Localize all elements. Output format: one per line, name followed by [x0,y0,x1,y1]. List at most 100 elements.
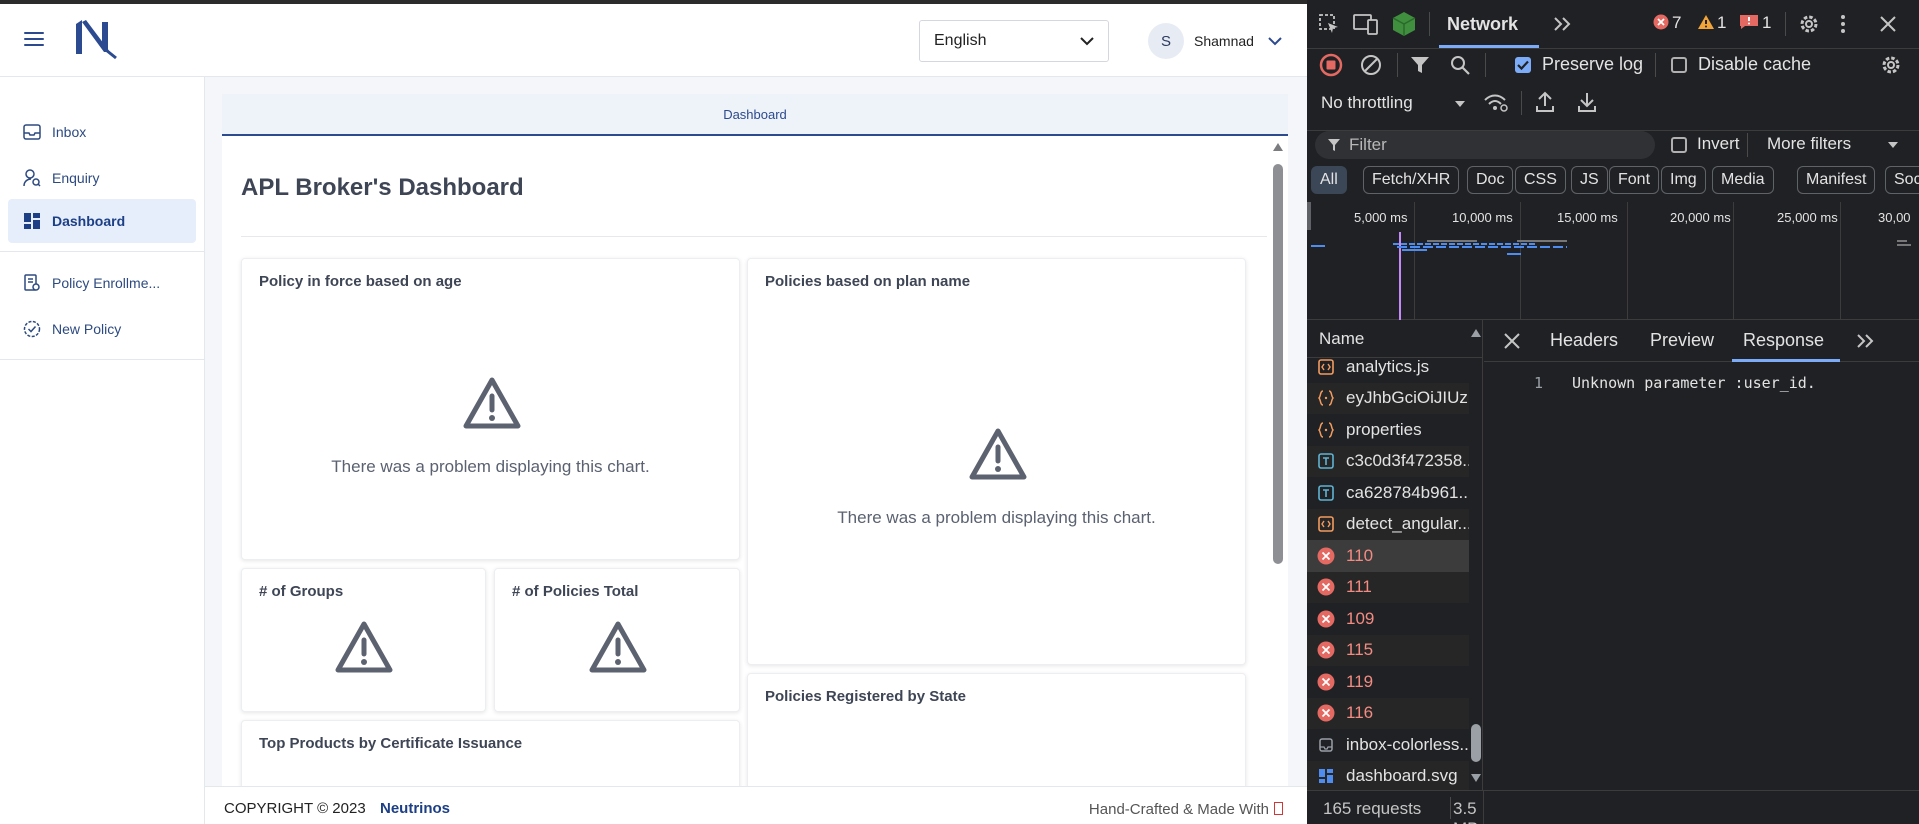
tab-dashboard[interactable]: Dashboard [222,94,1288,136]
search-icon[interactable] [1449,54,1471,76]
sidebar-item-enquiry[interactable]: Enquiry [8,156,196,200]
tab-network[interactable]: Network [1447,14,1518,35]
tab-response[interactable]: Response [1743,330,1824,351]
warning-icon [969,428,1027,480]
type-filter-doc[interactable]: Doc [1467,166,1514,194]
timeline-handle[interactable] [1307,202,1311,230]
sidebar-item-dashboard[interactable]: Dashboard [8,199,196,243]
request-row[interactable]: inbox-colorless... [1307,729,1469,761]
more-tabs-icon[interactable] [1856,334,1874,348]
settings-icon[interactable] [1797,12,1821,36]
type-filter-fetch-xhr[interactable]: Fetch/XHR [1363,166,1460,194]
inspect-element-icon[interactable] [1317,12,1341,36]
line-number: 1 [1534,374,1544,392]
close-icon[interactable] [1504,333,1520,349]
sidebar-item-policy-enrollment[interactable]: Policy Enrollme... [8,261,196,305]
request-row[interactable]: detect_angular... [1307,508,1469,540]
warning-count[interactable]: 1 [1717,13,1726,33]
tab-headers[interactable]: Headers [1550,330,1618,351]
timeline-label: 15,000 ms [1557,210,1618,225]
request-row[interactable]: 115 [1307,634,1469,666]
request-row[interactable]: eyJhbGciOiJIUz... [1307,382,1469,414]
more-filters-dropdown[interactable]: More filters [1767,134,1851,154]
scroll-up-icon[interactable] [1272,142,1284,152]
type-filter-font[interactable]: Font [1609,166,1660,194]
preserve-log-label[interactable]: Preserve log [1542,54,1643,75]
request-row[interactable]: ca628784b961... [1307,477,1469,509]
request-row[interactable]: 116 [1307,697,1469,729]
request-row[interactable]: properties [1307,414,1469,446]
detail-tabs: Headers Preview Response [1484,320,1919,362]
card-title: Top Products by Certificate Issuance [259,735,523,752]
request-row[interactable]: dashboard.svg [1307,760,1469,790]
sidebar-item-label: Inbox [52,124,87,140]
throttling-select[interactable]: No throttling [1321,93,1413,113]
status-bar: 165 requests 3.5 MB [1307,790,1919,824]
clear-icon[interactable] [1359,53,1383,77]
active-tab-indicator [1732,359,1840,362]
sidebar-item-inbox[interactable]: Inbox [8,110,196,154]
issues-count-icon[interactable] [1739,13,1759,31]
name-column-header[interactable]: Name [1307,320,1482,358]
filter-input[interactable]: Filter [1315,131,1655,159]
request-row[interactable]: c3c0d3f472358... [1307,445,1469,477]
disable-cache-checkbox[interactable] [1671,57,1687,73]
network-settings-icon[interactable] [1879,53,1903,77]
issues-count[interactable]: 1 [1762,13,1771,33]
request-row[interactable]: 119 [1307,666,1469,698]
request-row-selected[interactable]: 110 [1307,540,1469,572]
caret-down-icon[interactable] [1453,97,1467,111]
user-menu[interactable]: S Shamnad [1148,22,1282,60]
image-icon [1317,736,1335,754]
device-toolbar-icon[interactable] [1353,12,1379,36]
timeline-overview[interactable]: 5,000 ms 10,000 ms 15,000 ms 20,000 ms 2… [1307,202,1919,320]
devtools-main-toolbar: Network 7 1 1 [1307,0,1919,49]
neutrinos-logo[interactable] [70,18,120,60]
caret-down-icon[interactable] [1887,141,1899,149]
sidebar-item-new-policy[interactable]: New Policy [8,307,196,351]
more-tabs-icon[interactable] [1551,13,1573,35]
close-icon[interactable] [1877,13,1899,35]
request-row[interactable]: 111 [1307,571,1469,603]
preserve-log-checkbox[interactable] [1515,57,1531,73]
type-filter-manifest[interactable]: Manifest [1797,166,1876,194]
card-title: Policies based on plan name [765,273,971,290]
scrollbar-thumb[interactable] [1273,164,1283,564]
chart-card-groups: # of Groups [241,568,486,712]
filter-icon[interactable] [1409,54,1431,76]
language-select[interactable]: English [919,20,1109,62]
type-filter-img[interactable]: Img [1661,166,1706,194]
error-count-icon[interactable] [1652,13,1670,31]
scroll-up-icon[interactable] [1470,328,1482,338]
active-tab-indicator [1439,45,1539,48]
divider [1655,53,1656,77]
type-filter-socket[interactable]: Soc [1885,166,1919,194]
type-filter-media[interactable]: Media [1712,166,1774,194]
tab-preview[interactable]: Preview [1650,330,1714,351]
scrollbar[interactable] [1469,329,1482,790]
scrollbar[interactable] [1270,140,1286,786]
network-conditions-icon[interactable] [1483,91,1509,115]
invert-checkbox[interactable] [1671,137,1687,153]
import-har-icon[interactable] [1533,90,1557,114]
invert-label[interactable]: Invert [1697,134,1740,154]
type-filter-css[interactable]: CSS [1515,166,1566,194]
menu-icon[interactable] [24,32,44,48]
disable-cache-label[interactable]: Disable cache [1698,54,1811,75]
request-row[interactable]: 109 [1307,603,1469,635]
error-count[interactable]: 7 [1672,13,1681,33]
request-name: 109 [1346,608,1375,628]
record-stop-icon[interactable] [1319,53,1343,77]
type-filter-all[interactable]: All [1311,166,1347,194]
warning-count-icon[interactable] [1697,13,1715,31]
warning-icon [463,377,521,429]
more-options-icon[interactable] [1837,12,1849,36]
inbox-icon [22,122,42,142]
brand-link[interactable]: Neutrinos [380,800,450,817]
export-har-icon[interactable] [1575,90,1599,114]
type-filter-js[interactable]: JS [1571,166,1608,194]
scrollbar-thumb[interactable] [1471,724,1481,762]
extension-cube-icon[interactable] [1391,10,1417,38]
scroll-down-icon[interactable] [1470,773,1482,783]
request-row[interactable]: analytics.js [1307,358,1469,383]
